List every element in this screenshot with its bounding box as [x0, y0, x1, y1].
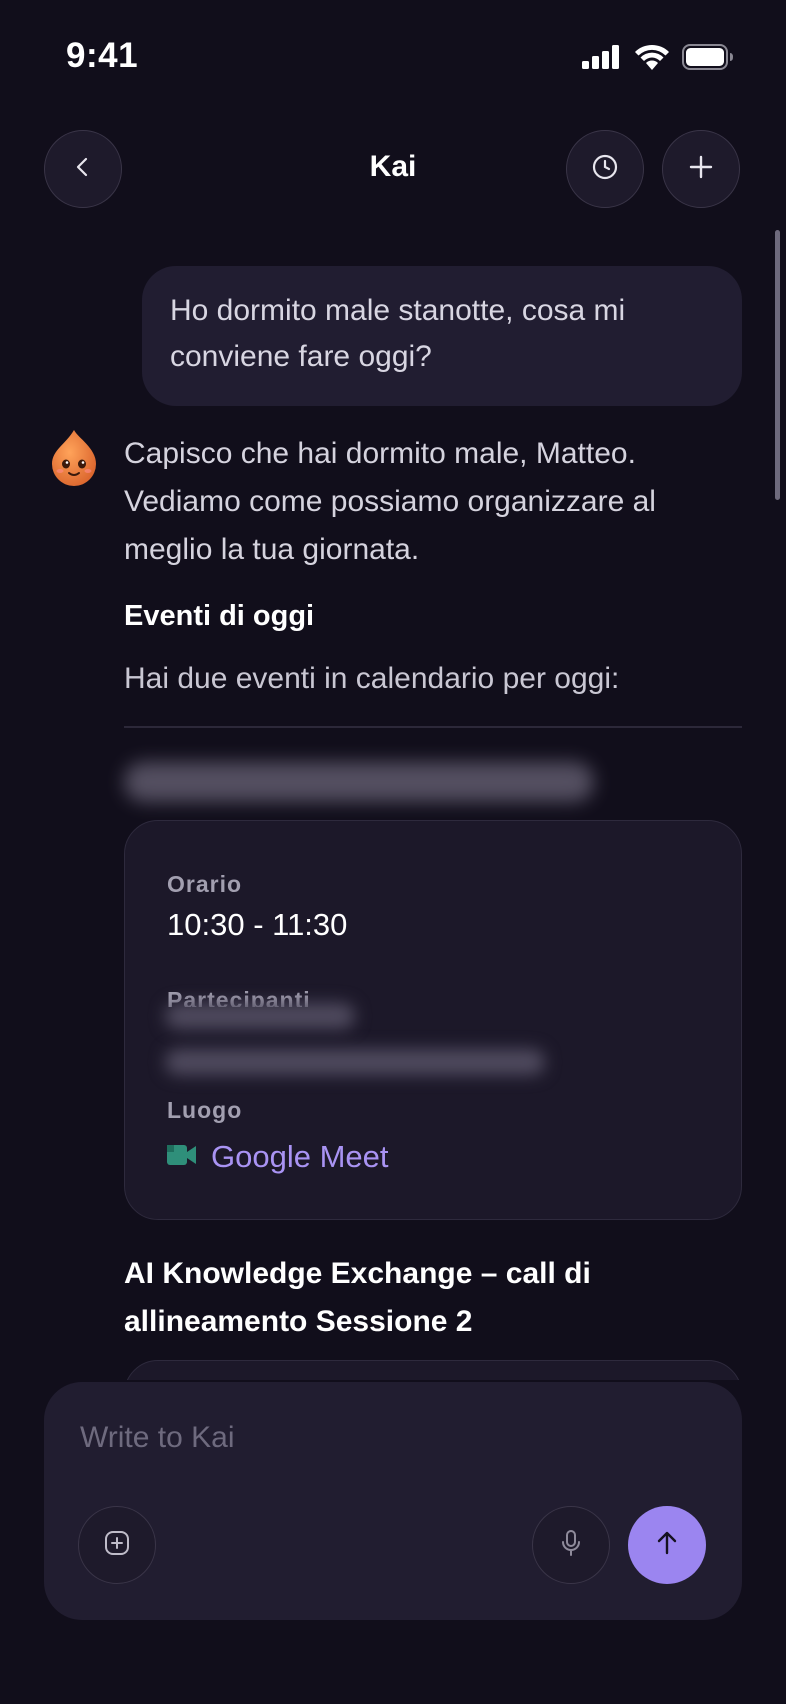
location-row[interactable]: Google Meet — [167, 1139, 389, 1175]
section-title: Eventi di oggi — [124, 600, 315, 632]
arrow-up-icon — [653, 1529, 681, 1562]
microphone-icon — [557, 1528, 585, 1563]
clock-icon — [591, 153, 619, 186]
google-meet-icon — [167, 1143, 197, 1172]
time-label: Orario — [167, 871, 243, 897]
divider — [124, 726, 742, 728]
status-bar: 9:41 — [0, 0, 786, 110]
redacted-event-title — [124, 762, 594, 802]
google-meet-link[interactable]: Google Meet — [211, 1139, 389, 1175]
plus-square-icon — [103, 1529, 131, 1562]
user-message-bubble: Ho dormito male stanotte, cosa mi convie… — [142, 266, 742, 406]
redacted-participant-name — [165, 1003, 355, 1029]
home-indicator-area — [0, 1640, 786, 1704]
history-button[interactable] — [566, 130, 644, 208]
time-value: 10:30 - 11:30 — [167, 907, 348, 942]
event-card[interactable]: Orario 10:30 - 11:30 Partecipanti Luogo … — [124, 820, 742, 1220]
assistant-intro-text: Capisco che hai dormito male, Matteo. Ve… — [124, 437, 656, 566]
chat-header: Kai — [0, 130, 786, 210]
redacted-participant-email — [165, 1049, 545, 1075]
new-chat-button[interactable] — [662, 130, 740, 208]
event-2-title: AI Knowledge Exchange – call di allineam… — [124, 1257, 591, 1338]
status-time: 9:41 — [66, 36, 139, 75]
location-label: Luogo — [167, 1097, 243, 1123]
plus-icon — [687, 153, 715, 186]
scrollbar[interactable] — [775, 230, 780, 500]
attach-button[interactable] — [78, 1506, 156, 1584]
chat-scroll-area[interactable]: Ho dormito male stanotte, cosa mi convie… — [0, 230, 786, 1380]
assistant-message: Capisco che hai dormito male, Matteo. Ve… — [124, 430, 744, 574]
section-subtitle: Hai due eventi in calendario per oggi: — [124, 662, 620, 695]
kai-mascot-icon — [46, 428, 102, 488]
message-input[interactable] — [78, 1412, 682, 1464]
battery-icon — [682, 44, 734, 75]
status-icons — [582, 44, 734, 75]
wifi-icon — [634, 44, 670, 75]
cellular-signal-icon — [582, 45, 622, 74]
chat-screen: 9:41 Kai Ho dormito male stanotte, cosa … — [0, 0, 786, 1704]
message-composer — [44, 1382, 742, 1620]
microphone-button[interactable] — [532, 1506, 610, 1584]
send-button[interactable] — [628, 1506, 706, 1584]
event-card-2[interactable] — [124, 1360, 742, 1380]
